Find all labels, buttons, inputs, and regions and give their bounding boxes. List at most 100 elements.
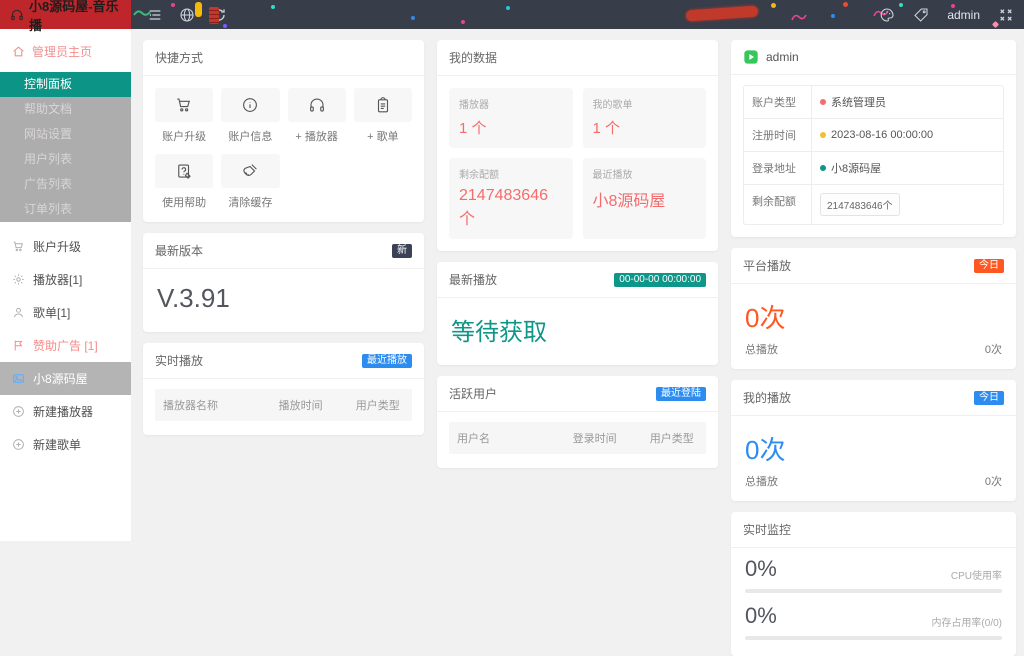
shortcut-account-info[interactable]: 账户信息 — [221, 88, 279, 144]
memory-progress-bar — [745, 636, 1002, 640]
shortcut-add-playlist[interactable]: + 歌单 — [354, 88, 412, 144]
info-icon — [241, 96, 259, 114]
my-play-card: 我的播放 今日 0次 总播放 0次 — [731, 380, 1016, 501]
help-doc-icon — [175, 162, 193, 180]
headphones-icon — [308, 96, 326, 114]
total-play-value: 0次 — [985, 473, 1002, 489]
sidebar-item-label: 管理员主页 — [32, 43, 92, 60]
table-header: 播放器名称 播放时间 用户类型 — [155, 389, 412, 421]
clean-brush-icon — [241, 162, 259, 180]
sidebar-item-label: 新建播放器 — [33, 403, 93, 420]
cpu-usage-label: CPU使用率 — [951, 567, 1002, 582]
card-title: 平台播放 — [743, 257, 791, 274]
refresh-icon[interactable] — [211, 7, 227, 23]
image-icon — [12, 372, 25, 385]
sidebar-item-site-settings[interactable]: 网站设置 — [0, 122, 131, 147]
sidebar-toggle-icon[interactable] — [147, 7, 163, 23]
stat-value: 小8源码屋 — [593, 187, 697, 211]
memory-usage-value: 0% — [745, 603, 777, 629]
column-header: 播放时间 — [271, 389, 348, 421]
sidebar-item-new-player[interactable]: 新建播放器 — [0, 395, 131, 428]
card-title: 最新版本 — [155, 242, 203, 259]
language-globe-icon[interactable] — [179, 7, 195, 23]
memory-usage-row: 0% 内存占用率(0/0) — [731, 595, 1016, 642]
account-username: admin — [766, 50, 799, 64]
stat-value: 1 个 — [459, 117, 563, 138]
total-play-label: 总播放 — [745, 341, 778, 357]
total-play-value: 0次 — [985, 341, 1002, 357]
stat-label: 播放器 — [459, 96, 563, 111]
account-table: 账户类型 系统管理员 注册时间 2023-08-16 00:00:00 登录地址… — [743, 85, 1004, 225]
theme-palette-icon[interactable] — [879, 7, 895, 23]
sidebar-item-label: 赞助广告 [1] — [33, 337, 98, 354]
sidebar-item-label: 播放器[1] — [33, 271, 82, 288]
status-dot — [820, 99, 826, 105]
row-label: 注册时间 — [744, 119, 812, 151]
gear-icon — [12, 273, 25, 286]
active-users-card: 活跃用户 最近登陆 用户名 登录时间 用户类型 — [437, 376, 718, 468]
status-dot — [820, 165, 826, 171]
card-title: 我的数据 — [449, 49, 497, 66]
card-title: 最新播放 — [449, 271, 497, 288]
fullscreen-icon[interactable] — [998, 7, 1014, 23]
sidebar-item-ad-list[interactable]: 广告列表 — [0, 172, 131, 197]
platform-play-value: 0次 — [731, 284, 1016, 341]
column-header: 用户类型 — [642, 422, 706, 454]
table-row: 注册时间 2023-08-16 00:00:00 — [744, 119, 1003, 152]
shortcut-label: 清除缓存 — [221, 194, 279, 210]
cart-icon — [175, 96, 193, 114]
memory-usage-label: 内存占用率(0/0) — [931, 614, 1002, 629]
brand-logo[interactable]: 小8源码屋-音乐播 — [0, 0, 131, 29]
top-navbar: admin — [131, 0, 1024, 29]
sidebar-item-site[interactable]: 小8源码屋 — [0, 362, 131, 395]
sidebar-item-control-panel[interactable]: 控制面板 — [0, 72, 131, 97]
cpu-progress-bar — [745, 589, 1002, 593]
sidebar-item-order-list[interactable]: 订单列表 — [0, 197, 131, 222]
version-value: V.3.91 — [143, 269, 424, 332]
card-title: 快捷方式 — [155, 49, 203, 66]
sidebar-item-sponsor-ads[interactable]: 赞助广告 [1] — [0, 329, 131, 362]
navbar-username[interactable]: admin — [947, 8, 980, 22]
my-play-value: 0次 — [731, 416, 1016, 473]
sidebar-item-label: 歌单[1] — [33, 304, 70, 321]
stat-playlists: 我的歌单 1 个 — [583, 88, 707, 148]
column-header: 播放器名称 — [155, 389, 271, 421]
sidebar-item-playlists[interactable]: 歌单[1] — [0, 296, 131, 329]
confetti-decoration — [411, 16, 415, 20]
row-value: 系统管理员 — [831, 94, 886, 110]
column-header: 用户类型 — [348, 389, 412, 421]
status-dot — [820, 132, 826, 138]
latest-version-card: 最新版本 新 V.3.91 — [143, 233, 424, 332]
stat-quota: 剩余配额 2147483646 个 — [449, 158, 573, 239]
row-label: 登录地址 — [744, 152, 812, 184]
table-header: 用户名 登录时间 用户类型 — [449, 422, 706, 454]
row-label: 剩余配额 — [744, 185, 812, 224]
sidebar-item-new-playlist[interactable]: 新建歌单 — [0, 428, 131, 461]
realtime-play-card: 实时播放 最近播放 播放器名称 播放时间 用户类型 — [143, 343, 424, 435]
sidebar-item-players[interactable]: 播放器[1] — [0, 263, 131, 296]
stat-label: 剩余配额 — [459, 166, 563, 181]
sidebar-item-admin-home[interactable]: 管理员主页 — [0, 29, 131, 72]
today-badge: 今日 — [974, 391, 1004, 405]
sidebar-item-help-docs[interactable]: 帮助文档 — [0, 97, 131, 122]
account-card: admin 账户类型 系统管理员 注册时间 2023-08-16 00:00:0… — [731, 40, 1016, 237]
confetti-decoration — [686, 6, 759, 22]
new-badge: 新 — [392, 244, 412, 258]
sidebar-item-account-upgrade[interactable]: 账户升级 — [0, 230, 131, 263]
shortcut-help[interactable]: 使用帮助 — [155, 154, 213, 210]
monitor-card: 实时监控 0% CPU使用率 0% 内存占用率(0/0) — [731, 512, 1016, 656]
sidebar-item-user-list[interactable]: 用户列表 — [0, 147, 131, 172]
avatar-icon — [743, 49, 759, 65]
shortcut-label: 账户升级 — [155, 128, 213, 144]
shortcut-account-upgrade[interactable]: 账户升级 — [155, 88, 213, 144]
stat-players: 播放器 1 个 — [449, 88, 573, 148]
headphones-icon — [10, 8, 24, 22]
timestamp-badge: 00-00-00 00:00:00 — [614, 273, 706, 287]
shortcut-clear-cache[interactable]: 清除缓存 — [221, 154, 279, 210]
card-title: 活跃用户 — [449, 385, 497, 402]
tag-icon[interactable] — [913, 7, 929, 23]
confetti-decoration — [271, 5, 275, 9]
latest-play-card: 最新播放 00-00-00 00:00:00 等待获取 — [437, 262, 718, 365]
cpu-usage-value: 0% — [745, 556, 777, 582]
shortcut-add-player[interactable]: + 播放器 — [288, 88, 346, 144]
